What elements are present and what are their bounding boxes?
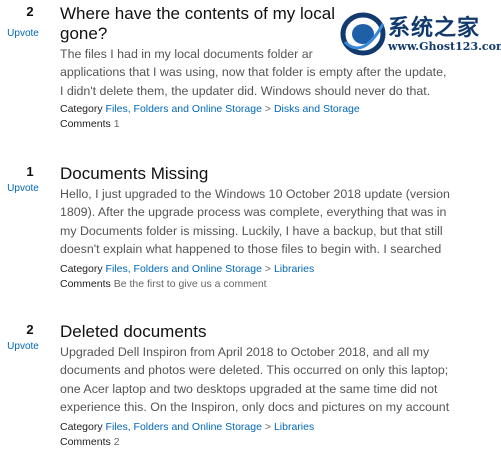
vote-box: 2 Upvote bbox=[0, 4, 46, 41]
comments-label: Comments bbox=[60, 118, 111, 131]
category-row: Category Files, Folders and Online Stora… bbox=[60, 263, 490, 276]
vote-box: 1 Upvote bbox=[0, 164, 46, 196]
upvote-button[interactable]: Upvote bbox=[0, 340, 46, 354]
subcategory-link[interactable]: Disks and Storage bbox=[274, 103, 360, 115]
watermark-text: 系统之家 bbox=[388, 16, 481, 41]
excerpt-line: applications that I was using, now that … bbox=[60, 65, 447, 80]
subcategory-link[interactable]: Libraries bbox=[274, 421, 314, 433]
category-link[interactable]: Files, Folders and Online Storage bbox=[106, 103, 262, 115]
comments-label: Comments bbox=[60, 435, 111, 448]
comments-count[interactable]: 1 bbox=[114, 118, 120, 130]
watermark-url: www.Ghost123.com bbox=[388, 40, 501, 53]
comments-row: Comments 2 bbox=[60, 436, 490, 449]
comments-label: Comments bbox=[60, 277, 111, 290]
category-label: Category bbox=[60, 420, 103, 433]
category-link[interactable]: Files, Folders and Online Storage bbox=[106, 421, 262, 433]
excerpt-line: my Documents folder is missing. Luckily,… bbox=[60, 223, 443, 238]
post-excerpt: Upgraded Dell Inspiron from April 2018 t… bbox=[60, 343, 490, 417]
comments-count[interactable]: 2 bbox=[114, 436, 120, 448]
category-link[interactable]: Files, Folders and Online Storage bbox=[106, 263, 262, 275]
excerpt-line: 1809). After the upgrade process was com… bbox=[60, 205, 447, 220]
breadcrumb-separator: > bbox=[264, 103, 272, 116]
comments-count[interactable]: Be the first to give us a comment bbox=[114, 278, 267, 290]
vote-count: 1 bbox=[26, 164, 34, 179]
watermark-logo: 系统之家 www.Ghost123.com bbox=[336, 6, 501, 62]
post-content: Deleted documents Upgraded Dell Inspiron… bbox=[60, 322, 490, 449]
vote-count: 2 bbox=[26, 4, 34, 19]
vote-count: 2 bbox=[26, 322, 34, 337]
vote-box: 2 Upvote bbox=[0, 322, 46, 354]
logo-swirl-icon bbox=[340, 12, 386, 56]
category-label: Category bbox=[60, 262, 103, 275]
excerpt-line: I didn't delete them, the updater did. W… bbox=[60, 83, 431, 98]
post-title-line[interactable]: Documents Missing bbox=[60, 164, 490, 184]
category-label: Category bbox=[60, 103, 103, 116]
excerpt-line: doesn't explain what happened to those f… bbox=[60, 242, 442, 257]
excerpt-line: Upgraded Dell Inspiron from April 2018 t… bbox=[60, 345, 430, 359]
upvote-button[interactable]: Upvote bbox=[0, 27, 46, 41]
excerpt-line: Hello, I just upgraded to the Windows 10… bbox=[60, 187, 450, 201]
post-title[interactable]: Deleted documents bbox=[60, 322, 490, 342]
excerpt-line: documents and photos were deleted. This … bbox=[60, 363, 449, 378]
comments-row: Comments Be the first to give us a comme… bbox=[60, 278, 490, 291]
category-row: Category Files, Folders and Online Stora… bbox=[60, 103, 490, 116]
category-row: Category Files, Folders and Online Stora… bbox=[60, 421, 490, 434]
post-excerpt: Hello, I just upgraded to the Windows 10… bbox=[60, 185, 490, 259]
post-title[interactable]: Documents Missing bbox=[60, 164, 490, 184]
excerpt-line: one Acer laptop and two desktops upgrade… bbox=[60, 381, 438, 396]
breadcrumb-separator: > bbox=[264, 262, 272, 275]
post-title-line[interactable]: Deleted documents bbox=[60, 322, 490, 342]
excerpt-line: experience this. On the Inspiron, only d… bbox=[60, 400, 450, 415]
breadcrumb-separator: > bbox=[264, 420, 272, 433]
post-content: Documents Missing Hello, I just upgraded… bbox=[60, 164, 490, 291]
upvote-button[interactable]: Upvote bbox=[0, 182, 46, 196]
comments-row: Comments 1 bbox=[60, 118, 490, 131]
subcategory-link[interactable]: Libraries bbox=[274, 263, 314, 275]
